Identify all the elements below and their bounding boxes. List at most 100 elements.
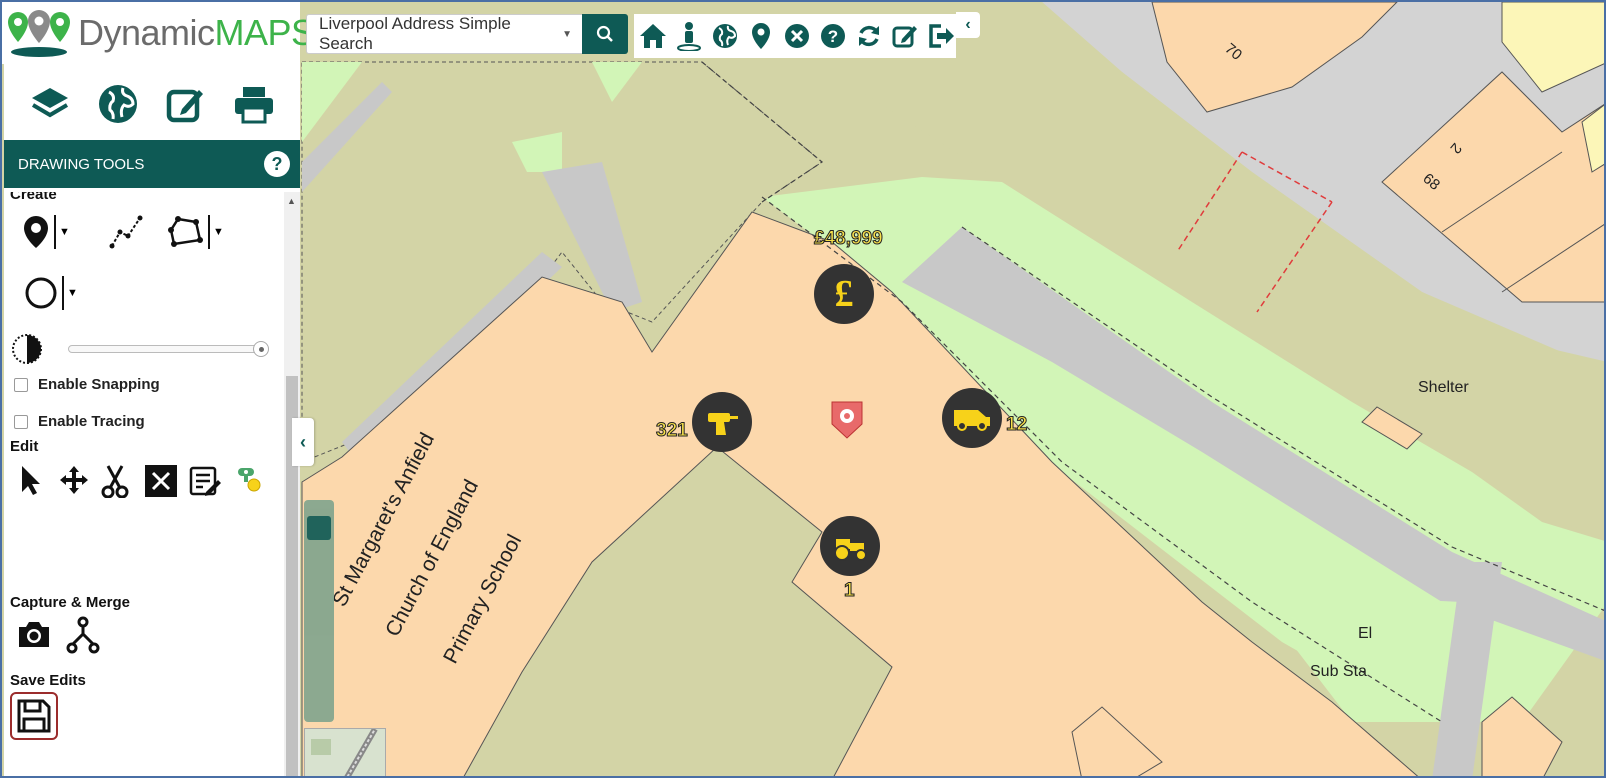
drawing-tools-title: DRAWING TOOLS [18, 155, 145, 173]
edit-attributes-tool[interactable] [188, 464, 222, 498]
capture-merge-section-title: Capture & Merge [10, 594, 131, 611]
locate-person-button[interactable] [674, 20, 704, 52]
map-marker-outline-icon [24, 216, 48, 248]
transparency-slider-handle[interactable] [253, 341, 269, 357]
logout-button[interactable] [926, 20, 956, 52]
drill-marker[interactable] [692, 392, 752, 452]
home-icon [640, 24, 666, 48]
plugin-gear-icon [238, 468, 261, 492]
save-floppy-icon [17, 699, 51, 733]
transparency-slider[interactable] [68, 341, 269, 357]
search-type-select[interactable]: Liverpool Address Simple Search ▼ [306, 14, 582, 54]
help-button[interactable]: ? [818, 20, 848, 52]
draw-circle-tool[interactable]: ▼ [24, 276, 78, 310]
scroll-up-icon[interactable]: ▲ [287, 196, 296, 206]
search-button[interactable] [582, 14, 628, 54]
edit-button[interactable] [890, 20, 920, 52]
money-marker-label: £48,999 [814, 228, 884, 250]
edit-icon [166, 89, 203, 123]
map-label-el: El [1358, 625, 1372, 642]
print-button[interactable] [230, 80, 278, 128]
edit-section-title: Edit [10, 438, 39, 455]
zoom-slider-handle[interactable] [307, 516, 331, 540]
collapse-toolbar-button[interactable]: ‹ [956, 12, 980, 38]
pound-icon: £ [834, 273, 854, 315]
layers-button[interactable] [26, 80, 74, 128]
scissors-icon [101, 465, 129, 498]
globe-icon [99, 85, 137, 123]
drawing-tools-header: DRAWING TOOLS ? [4, 140, 300, 188]
move-arrows-icon [60, 466, 88, 494]
drawing-tools-help-button[interactable]: ? [264, 151, 290, 177]
plugin-tool[interactable] [236, 464, 266, 494]
tractor-marker-label: 1 [844, 580, 856, 602]
enable-snapping-checkbox[interactable] [14, 377, 28, 392]
save-edits-button[interactable] [10, 692, 58, 740]
polyline-icon [109, 215, 143, 249]
app-window: St Margaret's Anfield Church of England … [0, 0, 1606, 778]
cut-tool[interactable] [100, 464, 130, 498]
enable-tracing-checkbox[interactable] [14, 414, 28, 429]
app-header: DynamicMAPS [2, 2, 315, 64]
globe-button[interactable] [710, 20, 740, 52]
panel-scrollbar[interactable]: ▲ [284, 192, 300, 776]
refresh-button[interactable] [854, 20, 884, 52]
draw-line-tool[interactable] [108, 214, 144, 250]
tractor-marker[interactable] [820, 516, 880, 576]
delete-tool[interactable] [144, 464, 178, 498]
enable-tracing-row[interactable]: Enable Tracing [14, 413, 145, 430]
edit-attributes-icon [189, 466, 221, 496]
zoom-slider[interactable] [304, 500, 334, 722]
clear-button[interactable] [782, 20, 812, 52]
save-edits-section-title: Save Edits [10, 672, 86, 689]
edit-tools-button[interactable] [162, 80, 210, 128]
delete-x-icon [145, 465, 177, 497]
top-toolbar: ? [634, 14, 956, 58]
tractor-icon [834, 539, 867, 561]
draw-point-tool[interactable]: ▼ [22, 214, 70, 250]
move-tool[interactable] [58, 464, 90, 496]
close-circle-icon [785, 24, 809, 48]
caret-down-icon[interactable]: ▼ [59, 226, 70, 238]
collapse-panel-button[interactable]: ‹ [292, 418, 314, 466]
capture-tool[interactable] [16, 618, 52, 650]
globe-icon [713, 24, 737, 48]
caret-down-icon: ▼ [562, 28, 572, 40]
contrast-icon [12, 334, 42, 364]
panel-main-tools [4, 64, 300, 144]
search-type-value: Liverpool Address Simple Search [319, 14, 511, 53]
drill-icon [708, 413, 738, 435]
circle-icon [25, 277, 57, 309]
map-pins-logo-icon [8, 10, 70, 57]
edit-icon [892, 26, 917, 48]
enable-snapping-row[interactable]: Enable Snapping [14, 376, 160, 393]
merge-icon [66, 616, 100, 654]
map-label-substa: Sub Sta [1310, 663, 1367, 680]
money-marker[interactable]: £ [814, 264, 874, 324]
drawing-tools-body: Create ▼ ▼ ▼ Enable Snapping Enable Trac… [4, 192, 284, 776]
polygon-icon [168, 216, 203, 247]
draw-polygon-tool[interactable]: ▼ [168, 214, 224, 250]
create-section-title: Create [10, 192, 57, 203]
search-bar: Liverpool Address Simple Search ▼ [306, 14, 628, 54]
caret-down-icon[interactable]: ▼ [67, 287, 78, 299]
logout-icon [929, 24, 954, 48]
van-marker[interactable] [942, 388, 1002, 448]
help-icon: ? [821, 24, 845, 48]
map-marker-icon [752, 23, 770, 49]
caret-down-icon[interactable]: ▼ [213, 226, 224, 238]
person-pin-icon [677, 22, 701, 51]
transparency-tool [10, 332, 44, 366]
print-icon [235, 87, 273, 124]
search-icon [596, 25, 613, 42]
svg-text:?: ? [828, 27, 838, 46]
basemap-button[interactable] [94, 80, 142, 128]
map-marker-button[interactable] [746, 20, 776, 52]
overview-map[interactable] [304, 728, 386, 776]
home-button[interactable] [638, 20, 668, 52]
select-tool[interactable] [16, 464, 44, 496]
merge-tool[interactable] [66, 616, 100, 654]
map-label-shelter: Shelter [1418, 379, 1469, 396]
van-marker-label: 12 [1005, 414, 1028, 436]
camera-icon [19, 622, 49, 647]
